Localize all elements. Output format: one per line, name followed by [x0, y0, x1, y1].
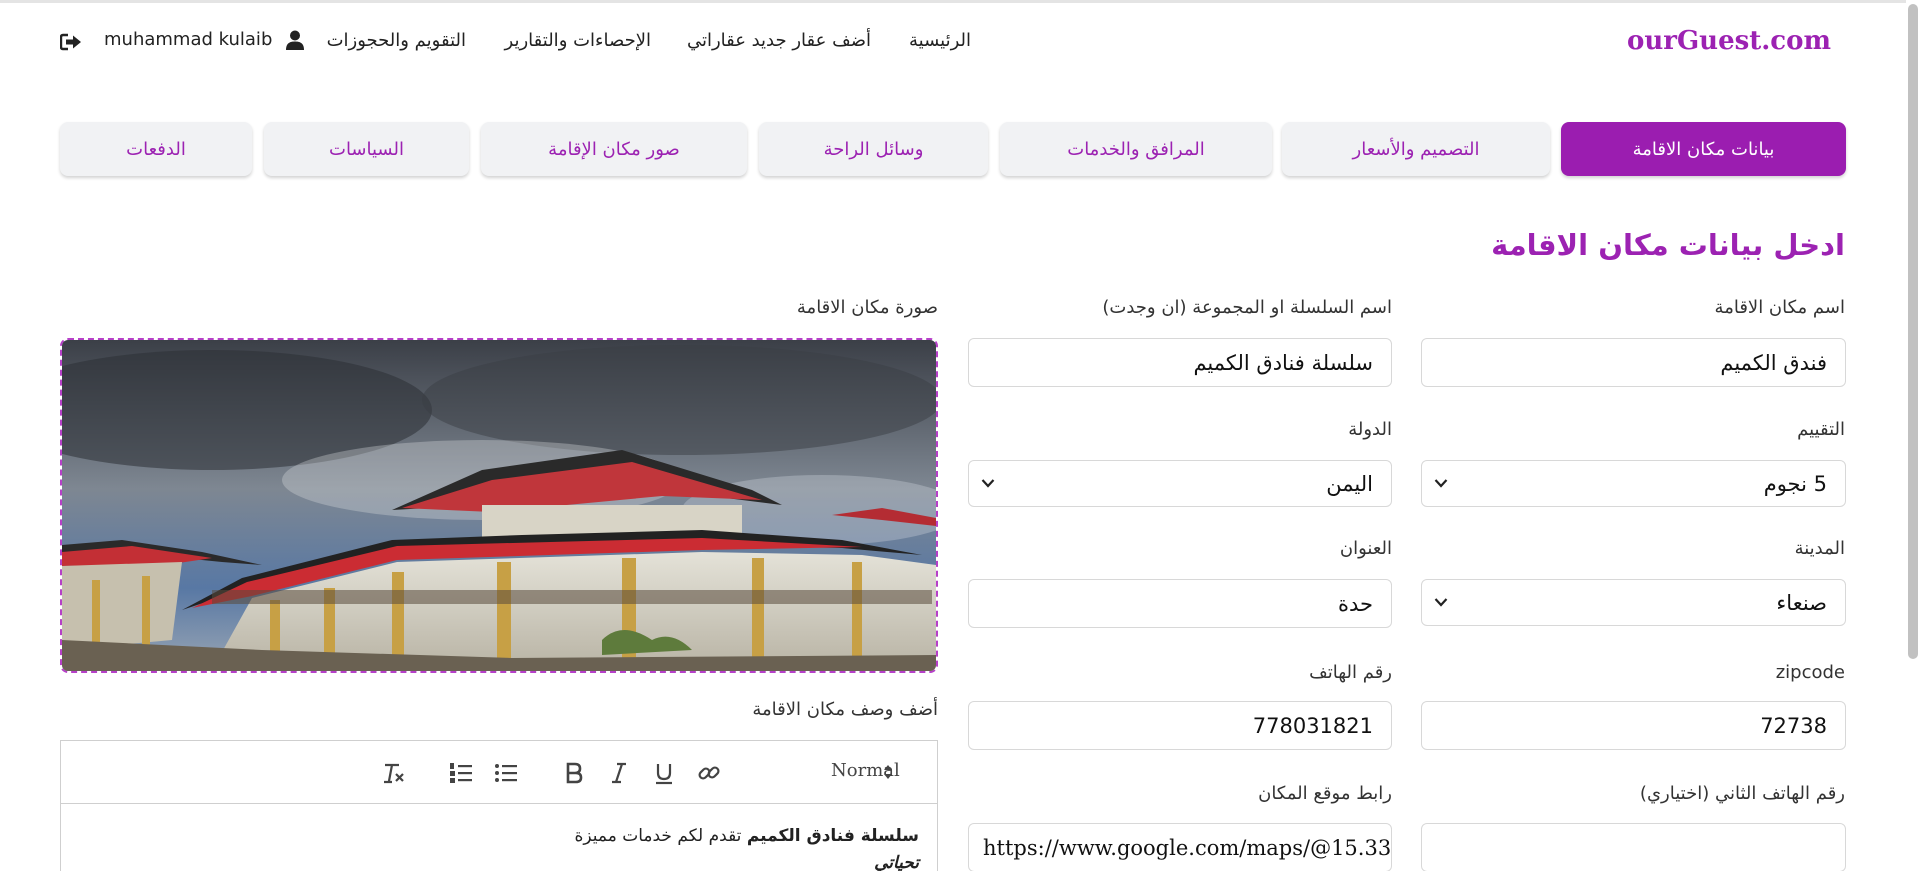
- brand-logo[interactable]: ourGuest.com: [1627, 26, 1831, 56]
- format-select[interactable]: Normal: [831, 760, 900, 781]
- property-image-dropzone[interactable]: [60, 338, 938, 673]
- logout-icon[interactable]: [60, 33, 82, 51]
- description-label: أضف وصف مكان الاقامة: [752, 699, 938, 720]
- rating-select[interactable]: 5 نجوم: [1421, 460, 1846, 507]
- tab-policies[interactable]: السياسات: [264, 122, 469, 176]
- rating-label: التقييم: [1797, 419, 1845, 440]
- tab-amenities[interactable]: وسائل الراحة: [759, 122, 988, 176]
- editor-content[interactable]: سلسلة فنادق الكميم تقدم لكم خدمات مميزة …: [574, 823, 919, 871]
- rating-value: 5 نجوم: [1763, 471, 1827, 496]
- italic-icon[interactable]: [606, 761, 632, 785]
- chain-input[interactable]: سلسلة فنادق الكميم: [968, 338, 1392, 387]
- map-link-input[interactable]: https://www.google.com/maps/@15.33: [968, 823, 1392, 871]
- tab-payments[interactable]: الدفعات: [60, 122, 252, 176]
- bullet-list-icon[interactable]: [493, 761, 519, 785]
- phone-label: رقم الهاتف: [1309, 662, 1392, 683]
- nav-statistics[interactable]: الإحصاءات والتقارير: [505, 30, 651, 51]
- editor-bold-text: سلسلة فنادق الكميم: [746, 826, 919, 846]
- editor-toolbar: Normal: [61, 741, 937, 804]
- phone-input[interactable]: 778031821: [968, 701, 1392, 750]
- property-image-label: صورة مكان الاقامة: [796, 297, 938, 318]
- top-navbar: ourGuest.com الرئيسية أضف عقار جديد عقار…: [0, 0, 1906, 90]
- tab-facilities-services[interactable]: المرافق والخدمات: [1000, 122, 1272, 176]
- editor-line-1: سلسلة فنادق الكميم تقدم لكم خدمات مميزة: [574, 823, 919, 850]
- editor-italic-text: تحياتي: [874, 853, 919, 871]
- clear-format-icon[interactable]: [381, 761, 407, 785]
- underline-icon[interactable]: [651, 761, 677, 785]
- nav-home[interactable]: الرئيسية: [909, 30, 971, 51]
- user-menu[interactable]: muhammad kulaib: [104, 29, 305, 50]
- address-input[interactable]: حدة: [968, 579, 1392, 628]
- editor-plain-text: تقدم لكم خدمات مميزة: [574, 826, 747, 846]
- nav-calendar-bookings[interactable]: التقويم والحجوزات: [327, 30, 466, 51]
- user-name: muhammad kulaib: [104, 29, 273, 50]
- tab-property-photos[interactable]: صور مكان الإقامة: [481, 122, 747, 176]
- ordered-list-icon[interactable]: [448, 761, 474, 785]
- property-name-input[interactable]: فندق الكميم: [1421, 338, 1846, 387]
- city-value: صنعاء: [1776, 590, 1827, 615]
- chevron-down-icon: [1434, 598, 1448, 607]
- zipcode-label: zipcode: [1775, 662, 1845, 683]
- zipcode-input[interactable]: 72738: [1421, 701, 1846, 750]
- bold-icon[interactable]: [561, 761, 587, 785]
- editor-line-2: تحياتي: [574, 850, 919, 871]
- city-select[interactable]: صنعاء: [1421, 579, 1846, 626]
- city-label: المدينة: [1794, 538, 1845, 559]
- chevron-down-icon: [981, 479, 995, 488]
- country-select[interactable]: اليمن: [968, 460, 1392, 507]
- country-label: الدولة: [1348, 419, 1392, 440]
- link-icon[interactable]: [696, 761, 722, 785]
- tab-design-prices[interactable]: التصميم والأسعار: [1282, 122, 1550, 176]
- tab-property-data[interactable]: بيانات مكان الاقامة: [1561, 122, 1846, 176]
- description-editor[interactable]: Normal سلسلة فنادق الكميم تقدم لكم خدمات…: [60, 740, 938, 871]
- nav-my-properties[interactable]: عقاراتي: [687, 30, 746, 51]
- select-arrows-icon: [884, 765, 892, 779]
- nav-add-property[interactable]: أضف عقار جديد: [752, 30, 871, 51]
- chevron-down-icon: [1434, 479, 1448, 488]
- section-title: ادخل بيانات مكان الاقامة: [1491, 228, 1845, 262]
- phone2-label: رقم الهاتف الثاني (اختياري): [1639, 783, 1845, 804]
- user-icon: [286, 30, 305, 50]
- chain-label: اسم السلسلة او المجموعة (ان وجدت): [1102, 297, 1392, 318]
- scrollbar-thumb[interactable]: [1908, 4, 1918, 659]
- map-link-label: رابط موقع المكان: [1258, 783, 1392, 804]
- address-label: العنوان: [1339, 538, 1392, 559]
- page-scrollbar[interactable]: [1906, 0, 1920, 871]
- country-value: اليمن: [1326, 471, 1373, 496]
- phone2-input[interactable]: [1421, 823, 1846, 871]
- property-name-label: اسم مكان الاقامة: [1714, 297, 1845, 318]
- property-photo: [62, 340, 936, 671]
